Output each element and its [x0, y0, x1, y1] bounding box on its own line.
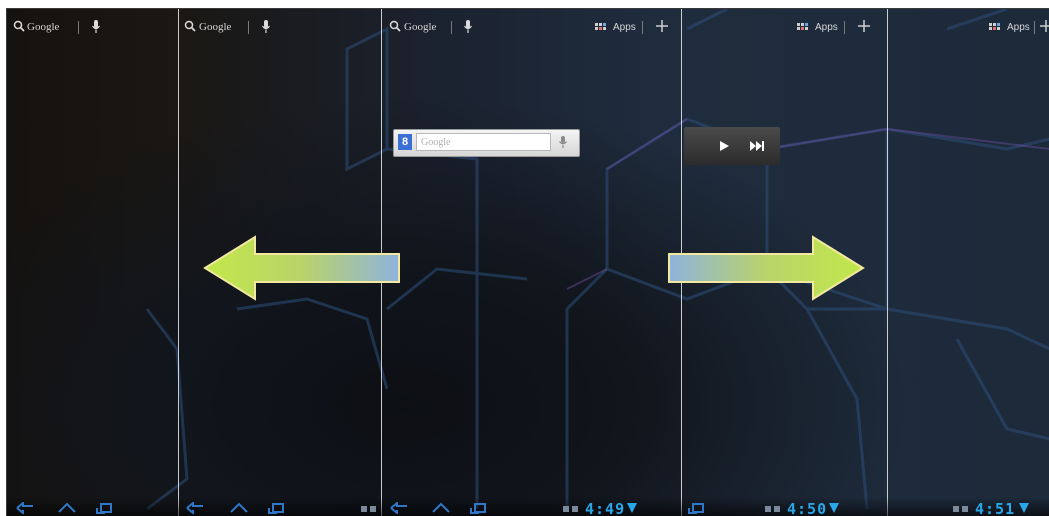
back-icon[interactable]: [185, 502, 205, 514]
status-clock[interactable]: 4:49: [585, 500, 625, 516]
google-search-label[interactable]: Google: [199, 21, 231, 33]
plus-icon[interactable]: [655, 19, 669, 33]
google-search-widget[interactable]: 8 Google: [393, 129, 580, 157]
apps-button-label[interactable]: Apps: [613, 22, 636, 33]
recent-apps-icon[interactable]: [469, 502, 489, 514]
notification-icons[interactable]: [361, 504, 377, 514]
microphone-icon[interactable]: [558, 135, 568, 150]
recent-apps-icon[interactable]: [95, 502, 115, 514]
skip-next-icon[interactable]: [750, 141, 764, 151]
back-icon[interactable]: [15, 502, 35, 514]
apps-separator: [1034, 21, 1035, 34]
search-separator: [248, 21, 249, 34]
apps-grid-icon[interactable]: [797, 23, 811, 33]
apps-button-label[interactable]: Apps: [1007, 22, 1030, 33]
music-player-widget: [684, 127, 780, 165]
apps-grid-icon[interactable]: [595, 23, 609, 33]
notification-icons[interactable]: [563, 504, 579, 514]
microphone-icon[interactable]: [91, 19, 101, 35]
magnifier-icon[interactable]: [389, 20, 401, 32]
magnifier-icon[interactable]: [13, 20, 25, 32]
hexagon-wallpaper: [145, 9, 1049, 511]
apps-separator: [844, 21, 845, 34]
google-search-label[interactable]: Google: [404, 21, 436, 33]
wifi-battery-icon[interactable]: [627, 503, 638, 514]
wifi-battery-icon[interactable]: [1019, 503, 1030, 514]
apps-grid-icon[interactable]: [989, 23, 1003, 33]
plus-icon[interactable]: [1039, 19, 1049, 33]
swipe-left-arrow-icon: [203, 235, 400, 301]
recent-apps-icon[interactable]: [687, 502, 707, 514]
home-icon[interactable]: [57, 502, 77, 514]
back-icon[interactable]: [389, 502, 409, 514]
apps-button-label[interactable]: Apps: [815, 22, 838, 33]
plus-icon[interactable]: [857, 19, 871, 33]
homescreen-composite: Google Google Google Apps Apps Apps 8 Go…: [6, 8, 1049, 516]
wifi-battery-icon[interactable]: [829, 503, 840, 514]
google-logo-icon: 8: [398, 134, 412, 150]
search-separator: [78, 21, 79, 34]
play-icon[interactable]: [718, 140, 730, 152]
google-search-label[interactable]: Google: [27, 21, 59, 33]
swipe-right-arrow-icon: [668, 235, 865, 301]
home-icon[interactable]: [229, 502, 249, 514]
panel-divider: [178, 9, 179, 516]
apps-separator: [642, 21, 643, 34]
status-clock[interactable]: 4:51: [975, 500, 1015, 516]
system-navigation-bar: [7, 497, 1049, 516]
search-separator: [451, 21, 452, 34]
microphone-icon[interactable]: [261, 19, 271, 35]
recent-apps-icon[interactable]: [267, 502, 287, 514]
panel-divider: [887, 9, 888, 516]
google-search-input[interactable]: Google: [416, 133, 551, 151]
microphone-icon[interactable]: [463, 19, 473, 35]
notification-icons[interactable]: [765, 504, 781, 514]
notification-icons[interactable]: [953, 504, 969, 514]
home-icon[interactable]: [431, 502, 451, 514]
status-clock[interactable]: 4:50: [787, 500, 827, 516]
magnifier-icon[interactable]: [184, 20, 196, 32]
